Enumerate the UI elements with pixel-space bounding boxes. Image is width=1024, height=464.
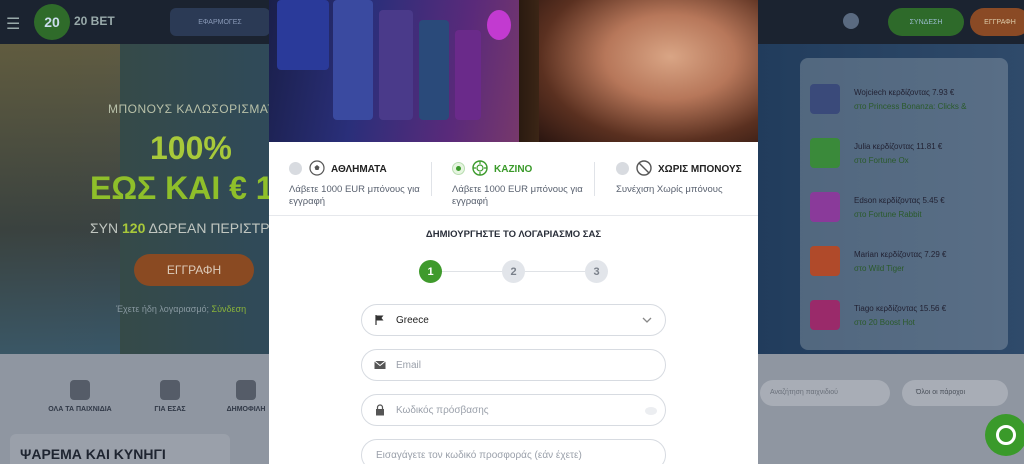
divider [431,162,432,196]
slot-machine-graphic [379,10,413,120]
bonus-selector: ΑΘΛΗΜΑΤΑ Λάβετε 1000 EUR μπόνους για εγγ… [269,142,758,216]
category-label: ΔΗΜΟΦΙΛΗ [226,406,266,413]
winner-game: στο Princess Bonanza: Clicks & [854,102,967,111]
login-button[interactable]: ΣΥΝΔΕΣΗ [888,8,964,36]
email-field[interactable]: Email [361,349,666,381]
slot-machine-graphic [419,20,449,120]
category-label: ΓΙΑ ΕΣΑΣ [154,406,186,413]
winner-amount: Marian κερδίζοντας 7.29 € [854,250,947,259]
slot-machine-graphic [455,30,481,120]
category-for-you[interactable]: ΓΙΑ ΕΣΑΣ [130,380,210,413]
winner-amount: Edson κερδίζοντας 5.45 € [854,196,945,205]
country-select[interactable]: Greece [361,304,666,336]
step-indicator-1: 1 [419,260,442,283]
providers-select[interactable]: Όλοι οι πάροχοι [902,380,1008,406]
heart-icon [160,380,180,400]
game-thumbnail [810,300,840,330]
live-chat-button[interactable] [985,414,1024,456]
site-logo[interactable]: 20 [34,4,70,40]
slot-machine-graphic [333,0,373,120]
country-value: Greece [396,315,429,326]
register-button[interactable]: ΕΓΓΡΑΦΗ [970,8,1024,36]
form-title: ΔΗΜΙΟΥΡΓΗΣΤΕ ΤΟ ΛΟΓΑΡΙΑΣΜΟ ΣΑΣ [425,229,602,240]
crown-icon [236,380,256,400]
neon-light-graphic [487,10,511,40]
bonus-title: ΧΩΡΙΣ ΜΠΟΝΟΥΣ [658,164,742,175]
category-label: ΟΛΑ ΤΑ ΠΑΙΧΝΙΔΙΑ [48,406,112,413]
bonus-description: Λάβετε 1000 EUR μπόνους για εγγραφή [289,184,420,207]
bonus-title: ΚΑΖΙΝΟ [494,164,533,175]
hero-spins: ΣΥΝ 120 ΔΩΡΕΑΝ ΠΕΡΙΣΤΡΟ [90,220,280,236]
winner-game: στο Wild Tiger [854,264,905,273]
hero-account-text: Έχετε ήδη λογαριασμό; Σύνδεση [116,304,246,314]
game-thumbnail [810,138,840,168]
dice-icon [70,380,90,400]
winner-amount: Julia κερδίζοντας 11.81 € [854,142,943,151]
hero-title: ΜΠΟΝΟΥΣ ΚΑΛΩΣΟΡΙΣΜΑΤΟΣ [108,102,293,116]
radio-button[interactable] [616,162,629,175]
winner-game: στο 20 Boost Hot [854,318,915,327]
winner-item[interactable]: Julia κερδίζοντας 11.81 € στο Fortune Ox [808,138,1008,170]
game-search-input[interactable]: Αναζήτηση παιχνιδιού [760,380,890,406]
hero-spins-prefix: ΣΥΝ [90,220,119,236]
promo-code-field[interactable]: Εισαγάγετε τον κωδικό προσφοράς (εάν έχε… [361,439,666,464]
no-bonus-icon [636,160,652,176]
show-password-icon[interactable] [645,407,657,415]
section-title: ΨΑΡΕΜΑ ΚΑΙ ΚΥΝΗΓΙ [20,446,166,462]
step-connector [441,271,503,272]
casino-chip-icon [472,160,488,176]
site-logo-text: 20 BET [74,14,115,28]
apps-nav-button[interactable]: ΕΦΑΡΜΟΓΕΣ [170,8,270,36]
password-placeholder: Κωδικός πρόσβασης [396,405,489,416]
slot-machine-graphic [277,0,329,70]
winner-game: στο Fortune Ox [854,156,909,165]
lock-icon [376,404,384,416]
hero-amount: ΕΩΣ ΚΑΙ € 1 [90,170,274,206]
password-field[interactable]: Κωδικός πρόσβασης [361,394,666,426]
winner-amount: Tiago κερδίζοντας 15.56 € [854,304,947,313]
winner-item[interactable]: Marian κερδίζοντας 7.29 € στο Wild Tiger [808,246,1008,278]
divider [594,162,595,196]
menu-icon[interactable]: ☰ [6,14,20,34]
login-link[interactable]: Σύνδεση [212,304,247,314]
registration-modal: ΑΘΛΗΜΑΤΑ Λάβετε 1000 EUR μπόνους για εγγ… [269,0,758,464]
hero-spins-suffix: ΔΩΡΕΑΝ ΠΕΡΙΣΤΡΟ [148,220,281,236]
envelope-icon [374,360,386,369]
radio-button-selected[interactable] [452,162,465,175]
language-globe-icon[interactable] [843,13,859,29]
modal-banner-image [269,0,758,142]
section-card: ΨΑΡΕΜΑ ΚΑΙ ΚΥΝΗΓΙ [10,434,230,464]
bonus-description: Συνέχιση Χωρίς μπόνους [616,184,723,195]
woman-portrait-image [539,0,758,142]
hero-percent: 100% [150,130,232,166]
winner-game: στο Fortune Rabbit [854,210,922,219]
radio-button[interactable] [289,162,302,175]
step-indicator-3: 3 [585,260,608,283]
winner-item[interactable]: Tiago κερδίζοντας 15.56 € στο 20 Boost H… [808,300,1008,332]
category-all-games[interactable]: ΟΛΑ ΤΑ ΠΑΙΧΝΙΔΙΑ [40,380,120,413]
winner-amount: Wojciech κερδίζοντας 7.93 € [854,88,955,97]
hero-register-button[interactable]: ΕΓΓΡΑΦΗ [134,254,254,286]
bonus-description: Λάβετε 1000 EUR μπόνους για εγγραφή [452,184,583,207]
winner-item[interactable]: Wojciech κερδίζοντας 7.93 € στο Princess… [808,84,1008,116]
step-connector [524,271,586,272]
bonus-title: ΑΘΛΗΜΑΤΑ [331,164,387,175]
hero-spins-count: 120 [122,220,146,236]
chat-icon [996,425,1016,445]
email-placeholder: Email [396,360,422,371]
step-indicator-2: 2 [502,260,525,283]
winner-item[interactable]: Edson κερδίζοντας 5.45 € στο Fortune Rab… [808,192,1008,224]
flag-icon [375,315,384,325]
promo-placeholder: Εισαγάγετε τον κωδικό προσφοράς (εάν έχε… [376,450,582,461]
chevron-down-icon [642,317,652,323]
game-thumbnail [810,84,840,114]
soccer-ball-icon [309,160,325,176]
account-question: Έχετε ήδη λογαριασμό; [116,304,210,314]
game-thumbnail [810,246,840,276]
game-thumbnail [810,192,840,222]
